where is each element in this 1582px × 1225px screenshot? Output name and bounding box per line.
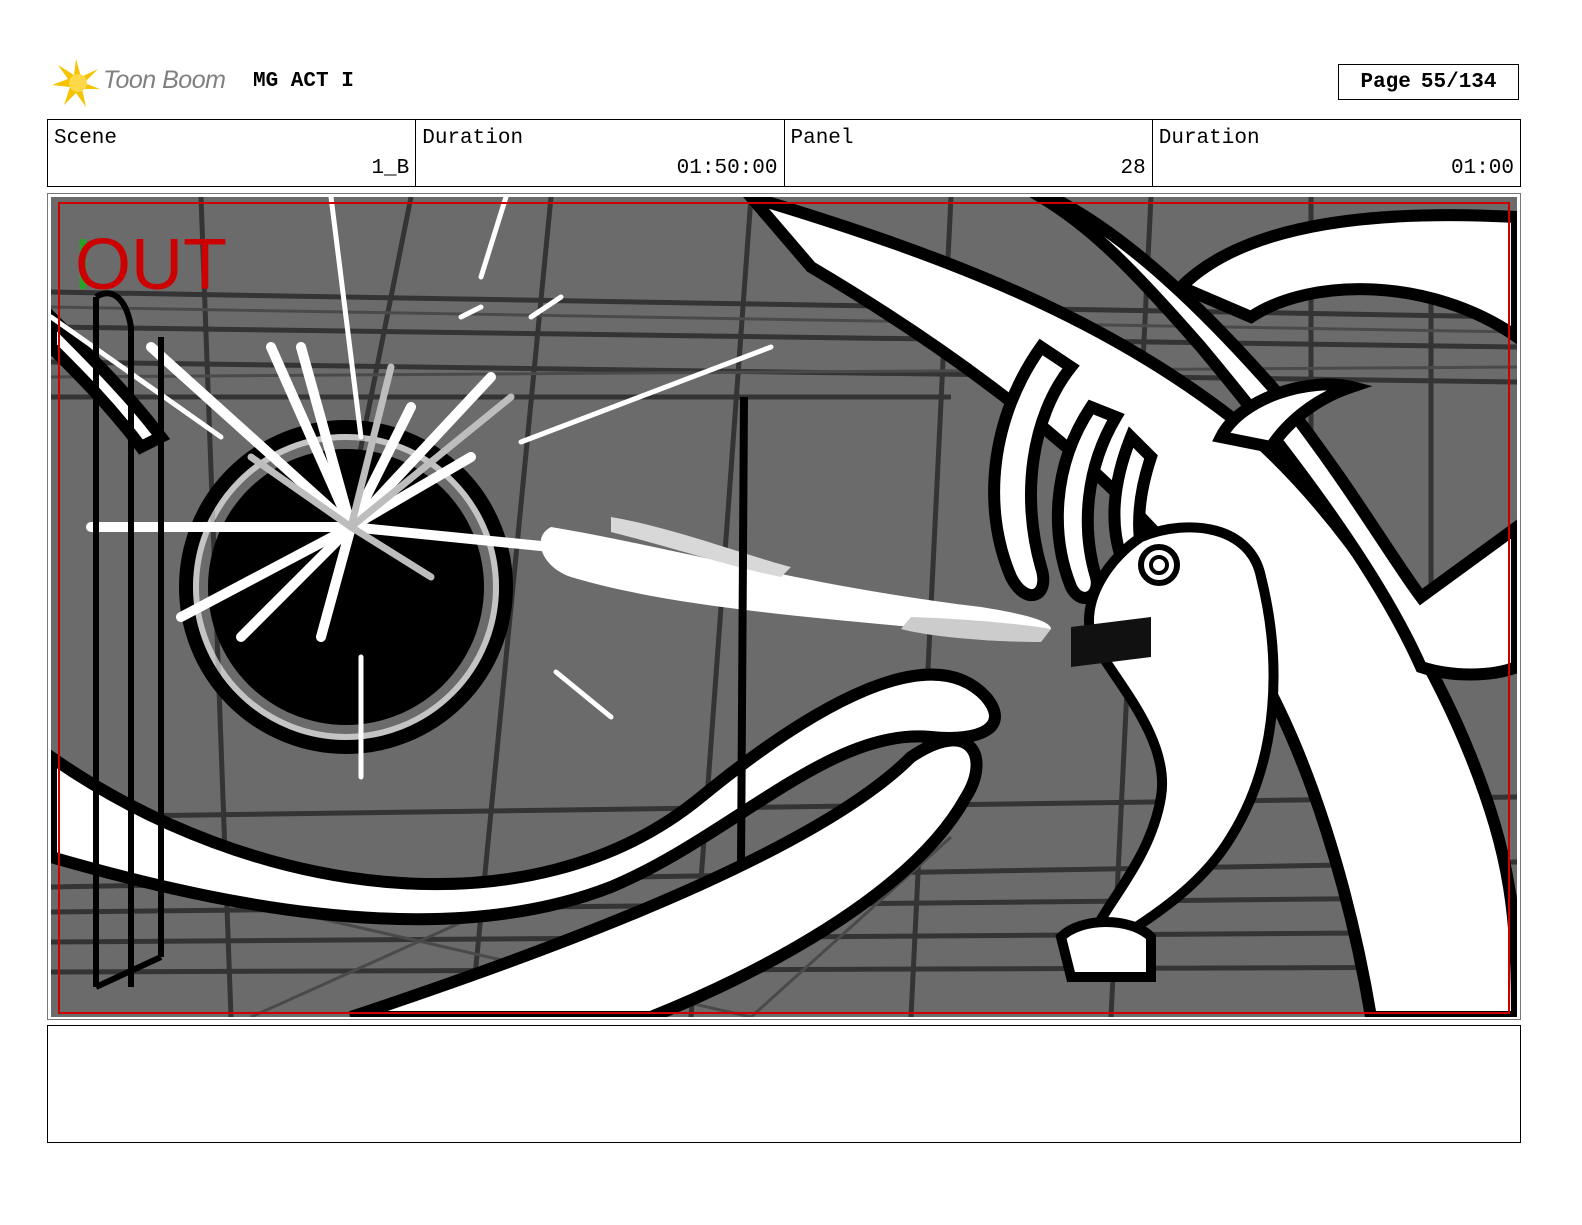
toon-boom-logo: Toon Boom: [50, 56, 240, 110]
storyboard-panel: I OUT: [47, 193, 1521, 1020]
panel-drawing: I OUT: [51, 197, 1517, 1017]
scene-cell: Scene 1_B: [48, 120, 417, 186]
panel-info-table: Scene 1_B Duration 01:50:00 Panel 28 Dur…: [47, 119, 1521, 187]
project-title: MG ACT I: [253, 70, 354, 93]
panel-notes[interactable]: [47, 1025, 1521, 1143]
panel-duration-cell: Duration 01:00: [1153, 120, 1520, 186]
scene-label: Scene: [54, 127, 118, 150]
panel-cell: Panel 28: [785, 120, 1153, 186]
page-label: Page: [1360, 70, 1411, 94]
page-number: 55/134: [1420, 70, 1497, 94]
page-indicator: Page 55/134: [1338, 64, 1519, 100]
pole: [737, 396, 748, 868]
panel-duration-label: Duration: [1158, 127, 1260, 150]
scene-value: 1_B: [371, 157, 410, 180]
panel-value: 28: [1120, 157, 1146, 180]
duration-label: Duration: [422, 127, 524, 150]
starburst-icon: [52, 59, 100, 107]
scene-duration-cell: Duration 01:50:00: [416, 120, 785, 186]
panel-duration-value: 01:00: [1450, 157, 1514, 180]
logo-text: Toon Boom: [103, 66, 226, 94]
out-overlay-text: OUT: [75, 225, 227, 305]
panel-label: Panel: [790, 127, 854, 150]
duration-value: 01:50:00: [676, 157, 778, 180]
